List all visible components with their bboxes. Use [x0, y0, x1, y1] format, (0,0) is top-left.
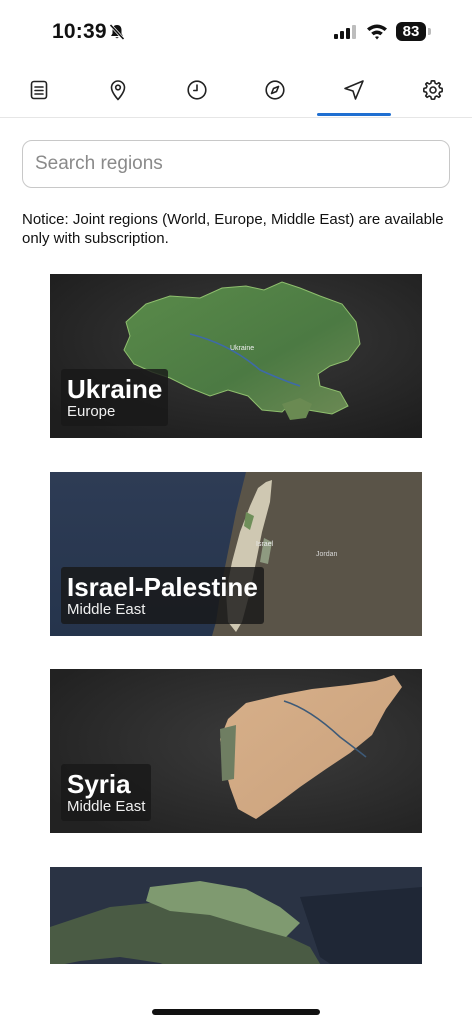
tab-settings[interactable] — [393, 64, 472, 116]
list-icon — [31, 80, 48, 100]
cellular-signal-icon — [334, 25, 356, 39]
map-country-label: Israel — [256, 541, 274, 548]
region-card-israel-palestine[interactable]: Israel Jordan Israel-Palestine Middle Ea… — [50, 472, 422, 636]
map-country-label: Ukraine — [230, 345, 254, 352]
gear-icon — [422, 80, 443, 100]
region-card-ukraine[interactable]: Ukraine Ukraine Europe — [50, 274, 422, 438]
home-indicator[interactable] — [152, 1009, 320, 1015]
battery-tip — [428, 28, 431, 35]
navigation-arrow-icon — [344, 80, 364, 100]
region-label: Syria Middle East — [61, 764, 152, 821]
tab-list[interactable] — [0, 64, 79, 116]
region-title: Syria — [67, 769, 131, 799]
battery-icon: 83 — [396, 22, 426, 41]
region-subtitle: Middle East — [67, 798, 146, 815]
subscription-notice: Notice: Joint regions (World, Europe, Mi… — [22, 211, 444, 247]
compass-icon — [265, 80, 285, 100]
bell-slash-icon — [109, 23, 125, 41]
region-label: Israel-Palestine Middle East — [61, 567, 264, 624]
search-input[interactable] — [22, 140, 450, 188]
tab-explore[interactable] — [236, 64, 315, 116]
map-pin-icon — [110, 80, 126, 101]
region-subtitle: Europe — [67, 403, 116, 420]
region-card-syria[interactable]: Syria Middle East — [50, 669, 422, 833]
status-time: 10:39 — [52, 20, 107, 43]
region-title: Israel-Palestine — [67, 572, 258, 602]
tab-location[interactable] — [79, 64, 158, 116]
clock-icon — [187, 80, 207, 100]
tab-bar — [0, 64, 472, 118]
region-label: Ukraine Europe — [61, 369, 169, 426]
wifi-icon — [367, 24, 387, 40]
tab-history[interactable] — [157, 64, 236, 116]
region-subtitle: Middle East — [67, 601, 146, 618]
status-bar: 10:39 83 — [0, 0, 472, 62]
map-neighbor-label: Jordan — [316, 551, 338, 558]
region-title: Ukraine — [67, 374, 163, 404]
region-card-4[interactable] — [50, 867, 422, 964]
region-map-image — [50, 867, 422, 964]
tab-navigate[interactable] — [315, 64, 394, 116]
